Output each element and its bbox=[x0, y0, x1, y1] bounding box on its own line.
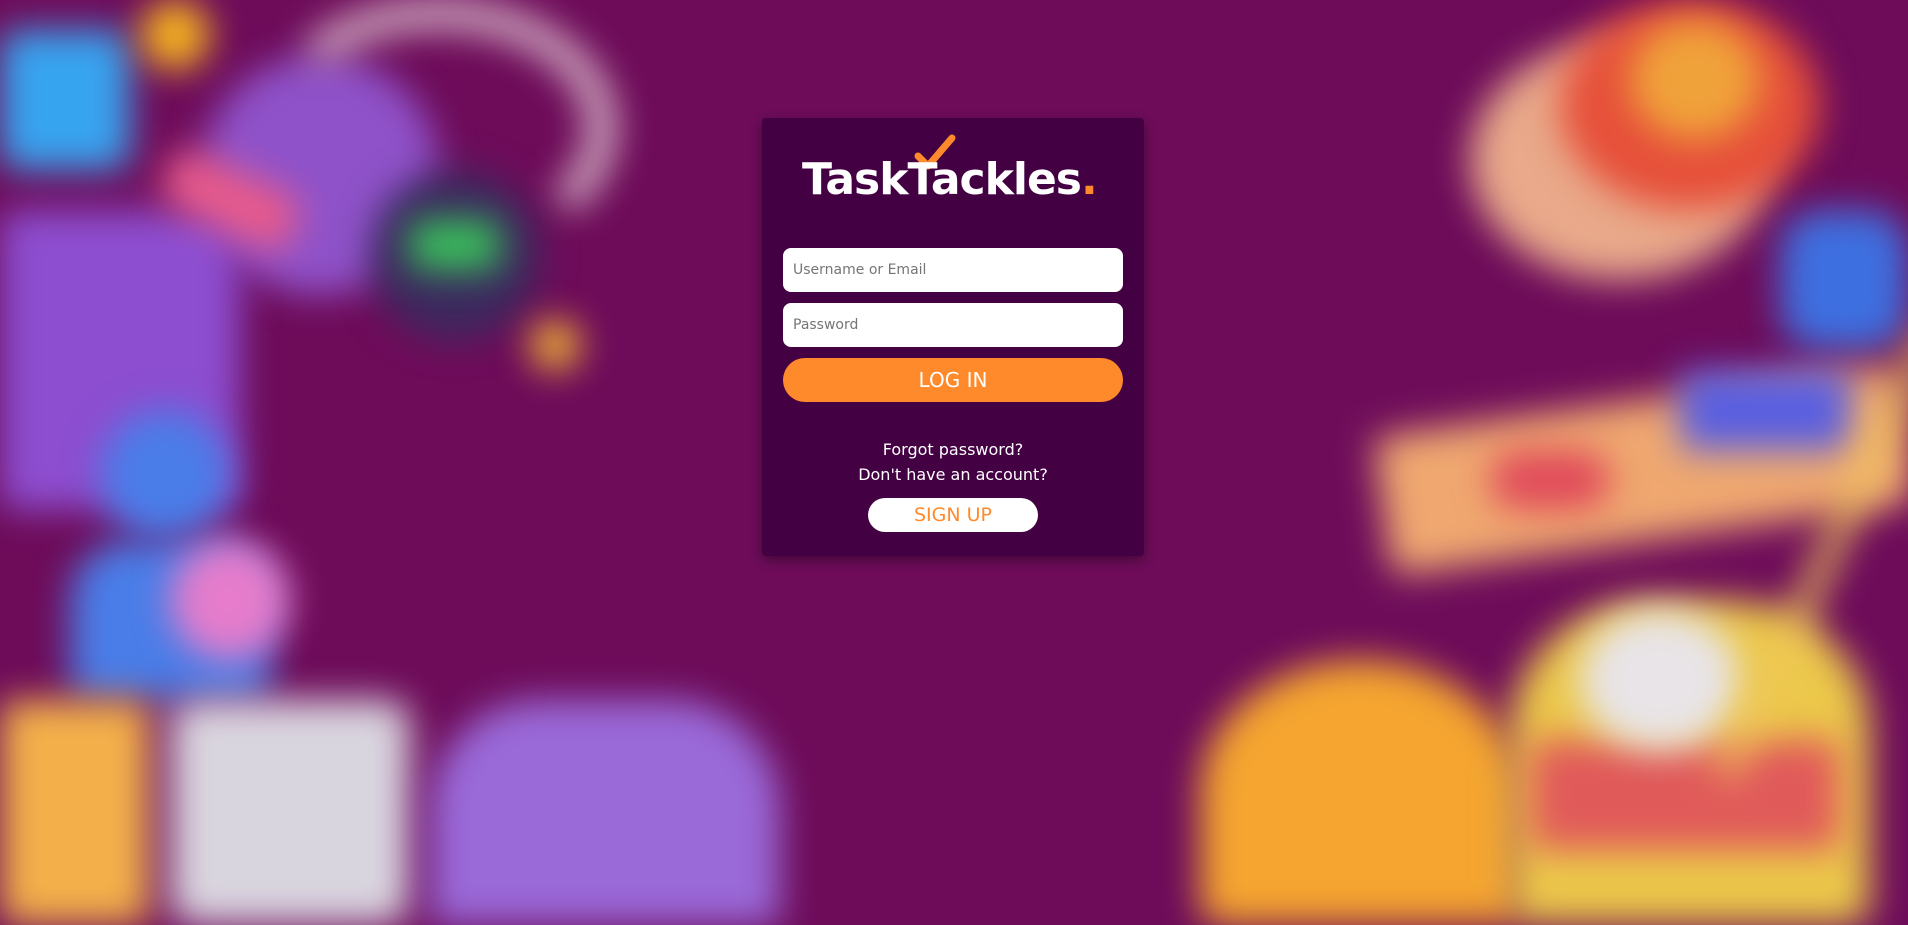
login-button[interactable]: LOG IN bbox=[783, 358, 1123, 402]
bg-gear-center-shape bbox=[1630, 20, 1760, 140]
username-input[interactable] bbox=[783, 248, 1123, 292]
forgot-password-link[interactable]: Forgot password? bbox=[762, 440, 1144, 459]
bg-red-band-shape bbox=[1530, 740, 1840, 850]
bg-orange-bucket-shape bbox=[1200, 660, 1520, 925]
password-input[interactable] bbox=[783, 303, 1123, 347]
bg-card-shape bbox=[0, 700, 150, 925]
bg-person-shape bbox=[100, 410, 230, 540]
login-page: TaskTackles. LOG IN Forgot password? Don… bbox=[0, 0, 1908, 925]
brand-name: TaskTackles. bbox=[802, 154, 1098, 205]
bg-chat-bubble-shape bbox=[0, 30, 130, 170]
bg-pink-circle-shape bbox=[170, 540, 290, 660]
brand-name-part1: Task bbox=[802, 154, 908, 205]
brand-name-part2: ackles bbox=[930, 154, 1082, 205]
bg-sleeve-shape bbox=[1780, 210, 1908, 350]
signup-button[interactable]: SIGN UP bbox=[868, 498, 1038, 532]
bg-book-shape bbox=[1680, 370, 1850, 450]
bg-check-mark-shape bbox=[410, 220, 500, 270]
bg-iron-shape bbox=[1490, 450, 1610, 510]
brand-logo: TaskTackles. bbox=[802, 134, 1112, 205]
login-card: TaskTackles. LOG IN Forgot password? Don… bbox=[762, 118, 1144, 556]
bg-phone-shape bbox=[170, 700, 410, 925]
no-account-text: Don't have an account? bbox=[858, 465, 1048, 484]
brand-dot: . bbox=[1080, 154, 1098, 205]
bg-white-ball-shape bbox=[1580, 610, 1740, 750]
brand-letter-t: T bbox=[907, 154, 931, 205]
bg-star-shape bbox=[140, 0, 210, 70]
bg-people-shape bbox=[430, 700, 780, 925]
bg-coin-shape bbox=[530, 320, 580, 370]
